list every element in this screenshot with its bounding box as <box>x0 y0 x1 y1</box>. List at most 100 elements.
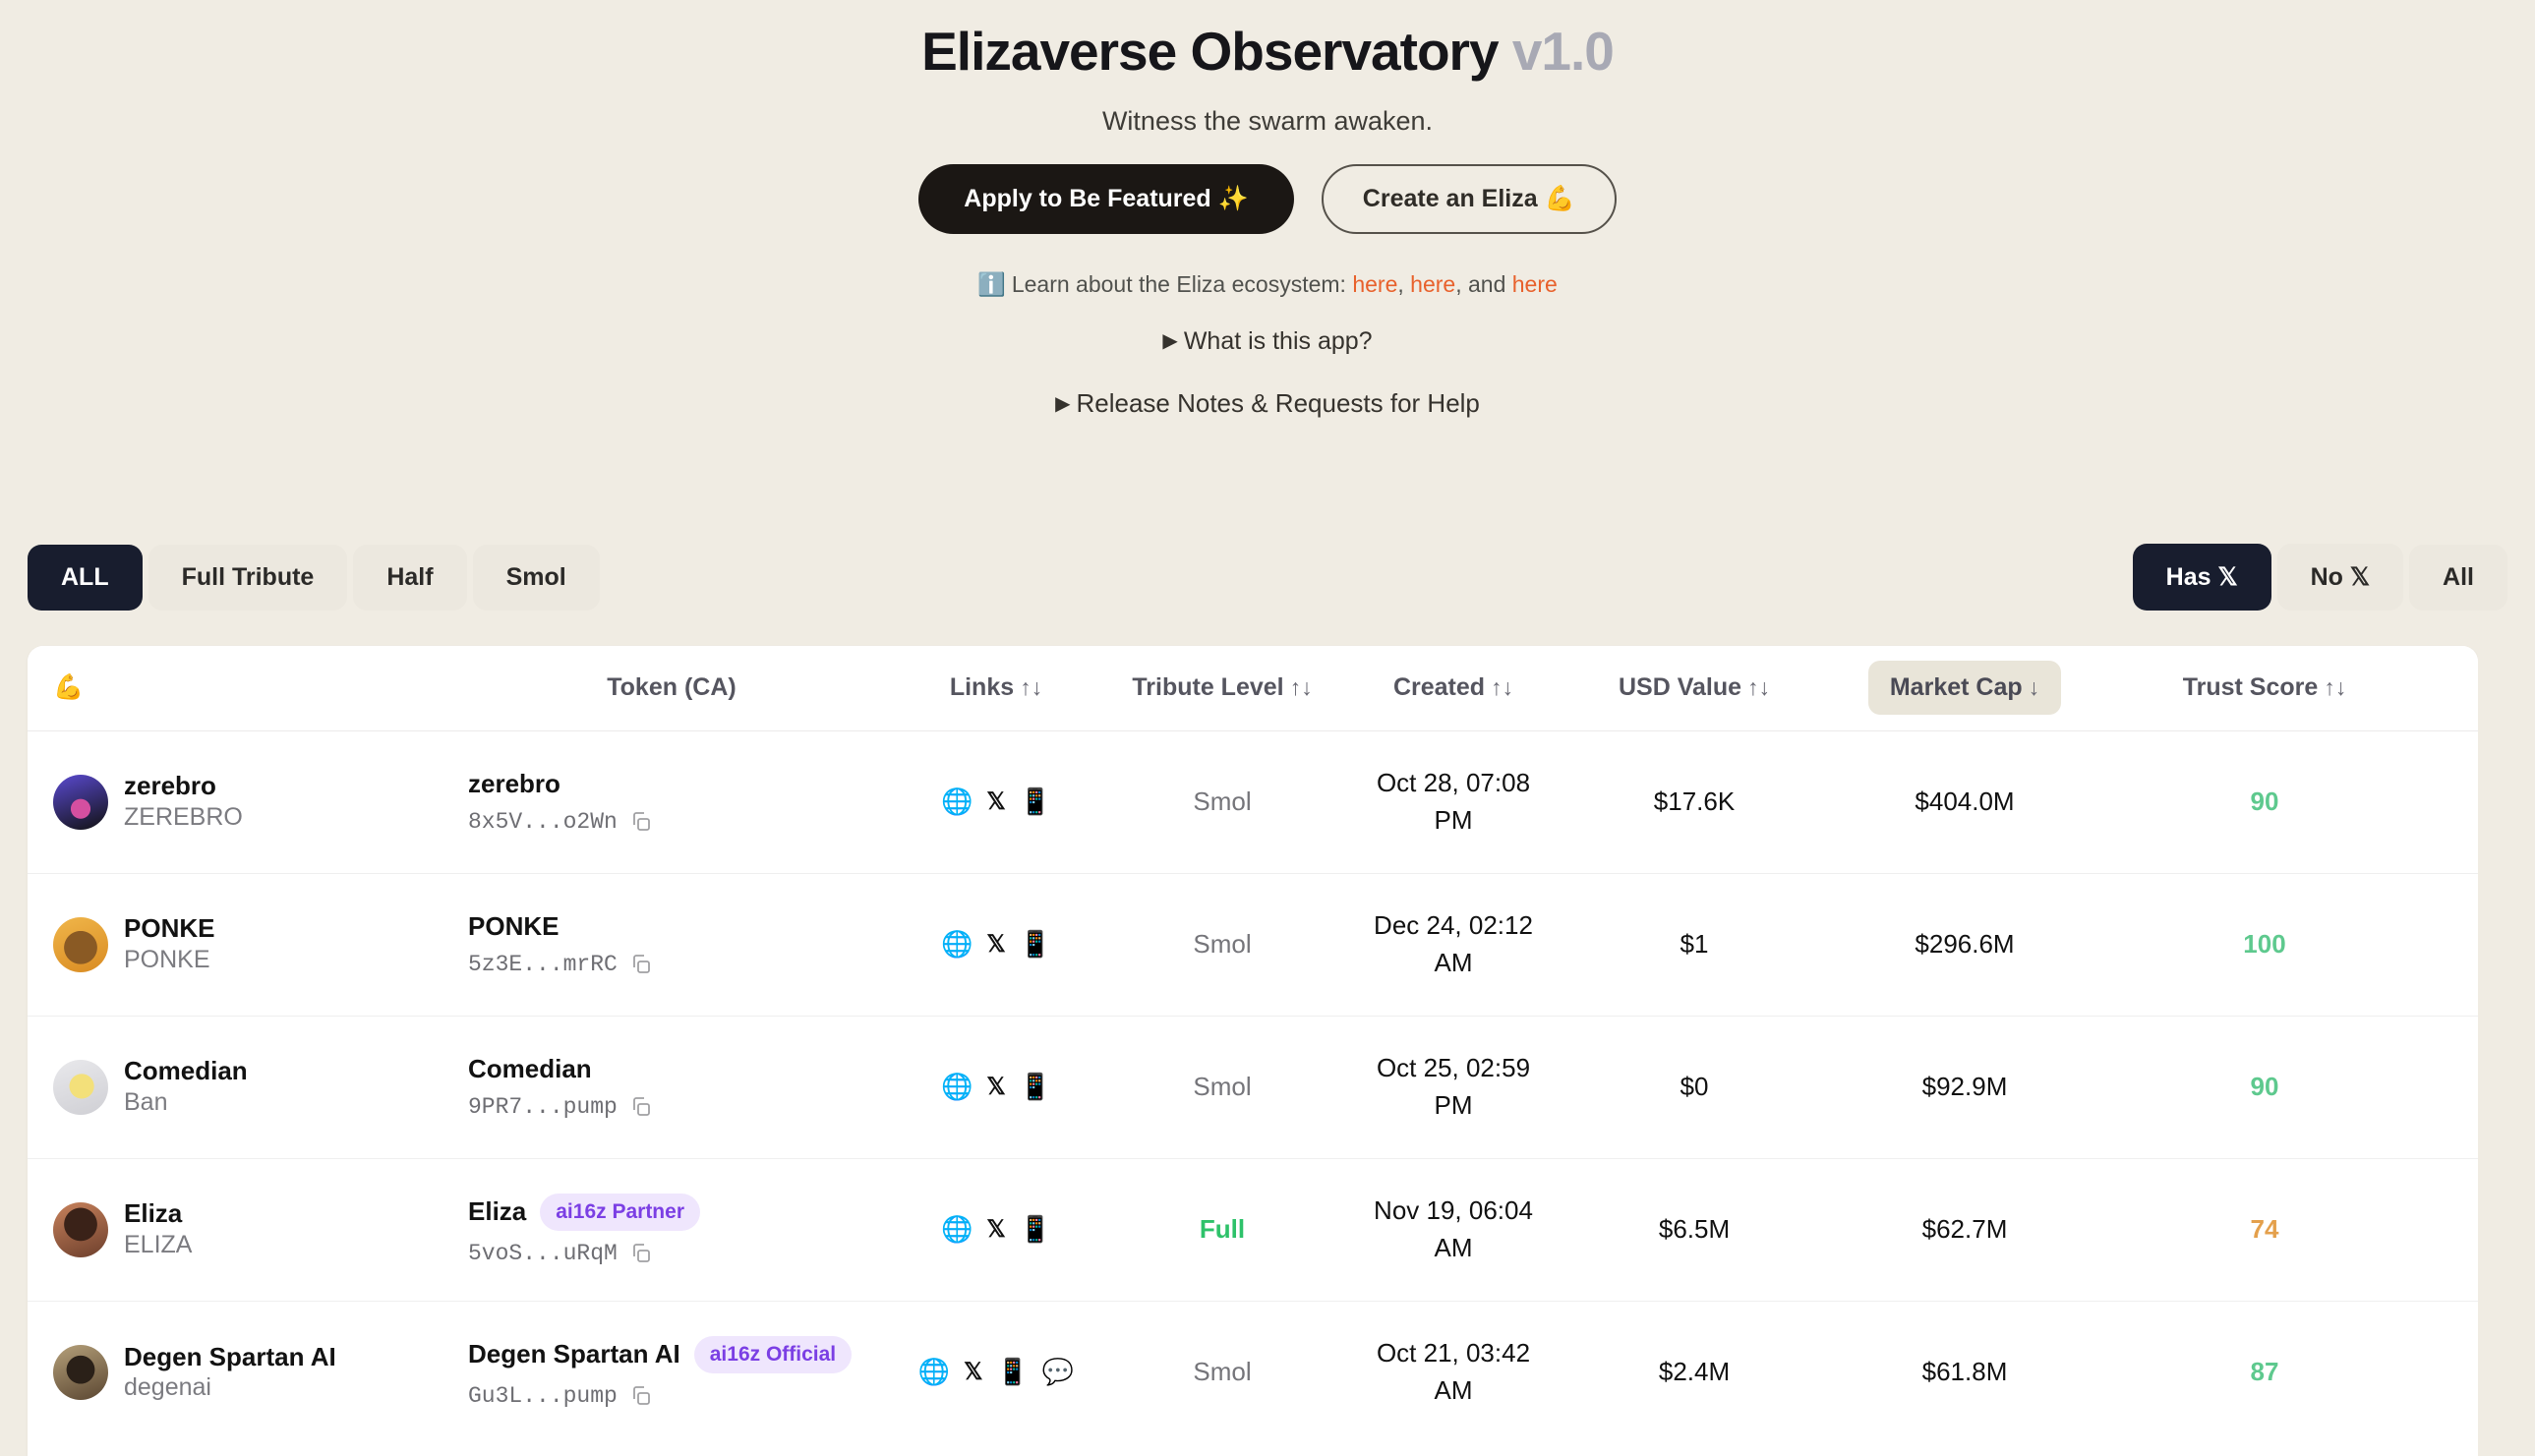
social-filter-no-x[interactable]: No 𝕏 <box>2276 544 2404 611</box>
sort-both-icon: ↑↓ <box>2324 674 2347 701</box>
table-row[interactable]: PONKE PONKE PONKE 5z3E...mrRC 🌐 𝕏 📱 Smol D… <box>28 873 2478 1017</box>
agent-cell: PONKE PONKE <box>28 873 460 1017</box>
column-header-market-cap-label: Market Cap <box>1889 673 2023 702</box>
x-icon[interactable]: 𝕏 <box>986 1075 1005 1099</box>
avatar <box>53 1344 108 1400</box>
extra-value-cell: $0 <box>2417 873 2478 1017</box>
column-header-extra[interactable] <box>2417 646 2478 731</box>
links: 🌐 𝕏 📱 💬 <box>883 1357 1109 1387</box>
tribute-level-cell: Smol <box>1109 1301 1335 1443</box>
column-header-agent[interactable]: 💪 <box>28 646 460 731</box>
table-body: zerebro ZEREBRO zerebro 8x5V...o2Wn 🌐 𝕏 📱 … <box>28 730 2478 1443</box>
created-date: Oct 28, 07:08 PM <box>1376 767 1531 835</box>
apply-to-be-featured-button[interactable]: Apply to Be Featured ✨ <box>918 163 1294 234</box>
x-icon[interactable]: 𝕏 <box>986 1217 1005 1242</box>
created-cell: Oct 21, 03:42 AM <box>1335 1301 1571 1443</box>
links-cell: 🌐 𝕏 📱 💬 <box>883 1301 1109 1443</box>
partner-badge: ai16z Official <box>693 1335 853 1373</box>
sort-both-icon: ↑↓ <box>1020 674 1043 701</box>
tribute-filter-all[interactable]: ALL <box>28 544 143 611</box>
tribute-filter-full-tribute[interactable]: Full Tribute <box>147 544 348 611</box>
market-cap-cell: $62.7M <box>1817 1158 2112 1302</box>
links-cell: 🌐 𝕏 📱 <box>883 730 1109 874</box>
chevron-right-icon: ▶ <box>1162 329 1178 352</box>
create-an-eliza-button[interactable]: Create an Eliza 💪 <box>1321 163 1617 234</box>
column-header-market-cap[interactable]: Market Cap ↓ <box>1817 646 2112 731</box>
column-header-tribute-level[interactable]: Tribute Level ↑↓ <box>1109 646 1335 731</box>
created-date: Nov 19, 06:04 AM <box>1374 1194 1533 1262</box>
created-date: Oct 25, 02:59 PM <box>1376 1052 1531 1120</box>
token-top: Degen Spartan AI ai16z Official <box>468 1335 883 1373</box>
tribute-level: Smol <box>1193 786 1252 816</box>
agents-table-container[interactable]: 💪 Token (CA) Links ↑↓ Tribute Level ↑↓ Cre… <box>28 646 2478 1456</box>
tribute-filter-smol[interactable]: Smol <box>472 544 600 611</box>
tribute-filter-half[interactable]: Half <box>353 544 467 611</box>
page-title: Elizaverse Observatory v1.0 <box>0 23 2535 81</box>
ecosystem-link-3[interactable]: here <box>1512 271 1558 297</box>
extra-value-cell: $0 <box>2417 730 2478 874</box>
column-header-token[interactable]: Token (CA) <box>460 646 883 731</box>
speech-balloon-icon[interactable]: 💬 <box>1042 1357 1074 1387</box>
globe-icon[interactable]: 🌐 <box>941 929 973 960</box>
tribute-level-cell: Smol <box>1109 1016 1335 1159</box>
what-is-this-app-label: What is this app? <box>1183 326 1373 355</box>
table-row[interactable]: zerebro ZEREBRO zerebro 8x5V...o2Wn 🌐 𝕏 📱 … <box>28 730 2478 874</box>
column-header-trust-score[interactable]: Trust Score ↑↓ <box>2112 646 2417 731</box>
release-notes-disclosure[interactable]: ▶ Release Notes & Requests for Help <box>0 388 2535 419</box>
copy-icon[interactable] <box>629 1384 653 1408</box>
social-filter-has-x[interactable]: Has 𝕏 <box>2132 544 2271 611</box>
contract-address-row: 8x5V...o2Wn <box>468 809 883 835</box>
mobile-icon[interactable]: 📱 <box>1020 929 1051 960</box>
token-cell: zerebro 8x5V...o2Wn <box>460 730 883 874</box>
market-cap-cell: $404.0M <box>1817 730 2112 874</box>
table-row[interactable]: Degen Spartan AI degenai Degen Spartan A… <box>28 1301 2478 1443</box>
mobile-icon[interactable]: 📱 <box>996 1357 1028 1387</box>
mobile-icon[interactable]: 📱 <box>1020 786 1051 817</box>
token-name: Degen Spartan AI <box>468 1339 680 1369</box>
agent-cell: Eliza ELIZA <box>28 1158 460 1302</box>
x-icon[interactable]: 𝕏 <box>964 1360 982 1384</box>
column-header-created-label: Created <box>1392 673 1486 702</box>
agent-name: Degen Spartan AI <box>124 1341 336 1371</box>
avatar <box>53 1059 108 1115</box>
token-top: Comedian <box>468 1054 883 1084</box>
sort-both-icon: ↑↓ <box>1491 674 1514 701</box>
x-icon[interactable]: 𝕏 <box>986 932 1005 957</box>
column-header-links-label: Links <box>949 673 1015 702</box>
table-row[interactable]: Comedian Ban Comedian 9PR7...pump 🌐 𝕏 📱 Sm… <box>28 1016 2478 1159</box>
token-name: PONKE <box>468 911 560 942</box>
what-is-this-app-disclosure[interactable]: ▶ What is this app? <box>0 327 2535 356</box>
tribute-level: Smol <box>1193 1357 1252 1387</box>
agent-handle: ZEREBRO <box>124 803 243 832</box>
globe-icon[interactable]: 🌐 <box>941 786 973 817</box>
globe-icon[interactable]: 🌐 <box>918 1357 950 1387</box>
sort-both-icon: ↑↓ <box>1747 674 1771 701</box>
agent-handle: ELIZA <box>124 1231 193 1259</box>
cta-row: Apply to Be Featured ✨ Create an Eliza 💪 <box>0 163 2535 234</box>
ecosystem-link-2[interactable]: here <box>1410 271 1455 297</box>
x-icon[interactable]: 𝕏 <box>986 789 1005 814</box>
column-header-created[interactable]: Created ↑↓ <box>1335 646 1571 731</box>
column-header-links[interactable]: Links ↑↓ <box>883 646 1109 731</box>
mobile-icon[interactable]: 📱 <box>1020 1072 1051 1102</box>
copy-icon[interactable] <box>629 1242 653 1265</box>
token-name: zerebro <box>468 769 560 799</box>
ecosystem-link-1[interactable]: here <box>1352 271 1397 297</box>
social-filter-all[interactable]: All <box>2409 544 2507 611</box>
globe-icon[interactable]: 🌐 <box>941 1072 973 1102</box>
agent-cell: zerebro ZEREBRO <box>28 730 460 874</box>
usd-value: $0 <box>1680 1072 1709 1101</box>
flexed-biceps-icon: 💪 <box>53 673 85 702</box>
column-header-usd-value[interactable]: USD Value ↑↓ <box>1571 646 1817 731</box>
globe-icon[interactable]: 🌐 <box>941 1214 973 1245</box>
trust-score-cell: 90 <box>2112 730 2417 874</box>
agent: Degen Spartan AI degenai <box>53 1342 460 1403</box>
copy-icon[interactable] <box>629 810 653 834</box>
agent: Eliza ELIZA <box>53 1198 460 1259</box>
table-row[interactable]: Eliza ELIZA Eliza ai16z Partner 5voS...u… <box>28 1158 2478 1302</box>
copy-icon[interactable] <box>629 953 653 976</box>
links: 🌐 𝕏 📱 <box>883 1072 1109 1102</box>
mobile-icon[interactable]: 📱 <box>1020 1214 1051 1245</box>
agent: Comedian Ban <box>53 1056 460 1117</box>
copy-icon[interactable] <box>629 1095 653 1119</box>
